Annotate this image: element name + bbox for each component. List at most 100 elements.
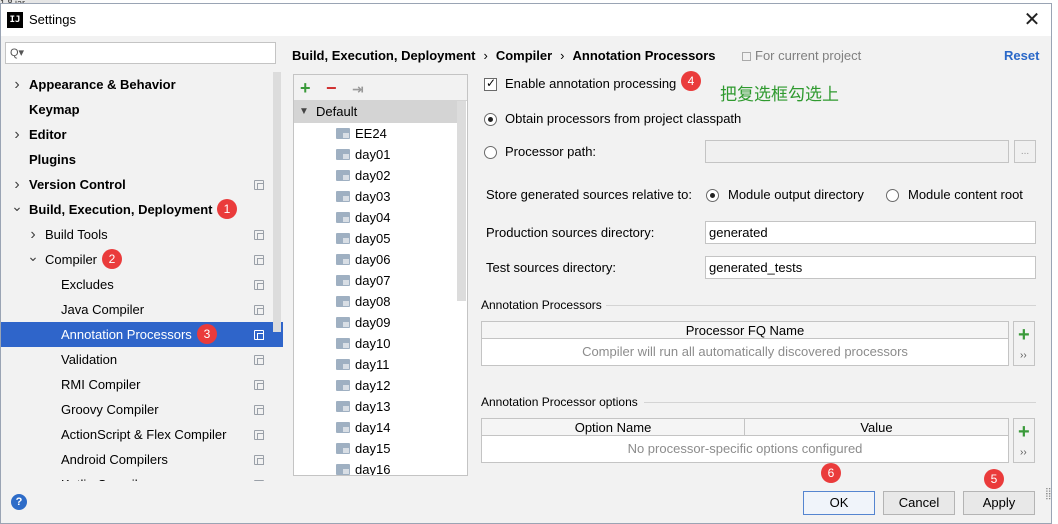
apply-button[interactable]: Apply bbox=[963, 491, 1035, 515]
sidebar-item[interactable]: RMI Compiler bbox=[1, 372, 283, 397]
sidebar-item[interactable]: ActionScript & Flex Compiler bbox=[1, 422, 283, 447]
sidebar-item[interactable]: ⌄ Compiler 2 bbox=[1, 247, 283, 272]
sidebar-item[interactable]: › Build Tools bbox=[1, 222, 283, 247]
sidebar-item-label: Java Compiler bbox=[61, 302, 145, 317]
module-item[interactable]: day10 bbox=[336, 333, 390, 354]
window-title: Settings bbox=[29, 12, 76, 27]
module-item[interactable]: day08 bbox=[336, 291, 390, 312]
module-item[interactable]: day03 bbox=[336, 186, 390, 207]
chevron-right-icon[interactable]: › bbox=[11, 172, 23, 197]
annotation-options-group: Annotation Processor options bbox=[481, 395, 638, 409]
move-to-profile-button[interactable]: ⇥ bbox=[352, 79, 364, 99]
sidebar-item[interactable]: › Appearance & Behavior bbox=[1, 72, 283, 97]
sidebar-item[interactable]: › Version Control bbox=[1, 172, 283, 197]
processor-path-label[interactable]: Processor path: bbox=[505, 144, 596, 159]
help-button[interactable]: ? bbox=[11, 494, 27, 510]
module-item[interactable]: day12 bbox=[336, 375, 390, 396]
sidebar-item[interactable]: Annotation Processors 3 bbox=[1, 322, 283, 347]
option-value-header[interactable]: Value bbox=[745, 419, 1008, 436]
browse-button[interactable]: ... bbox=[1014, 140, 1036, 163]
sidebar-item[interactable]: Excludes bbox=[1, 272, 283, 297]
reset-link[interactable]: Reset bbox=[1004, 48, 1039, 63]
test-sources-input[interactable]: generated_tests bbox=[705, 256, 1036, 279]
options-table[interactable]: Option Name Value No processor-specific … bbox=[481, 418, 1009, 463]
module-output-radio[interactable] bbox=[706, 189, 719, 202]
chevron-down-icon[interactable]: ⌄ bbox=[11, 197, 23, 215]
chevron-right-icon[interactable]: › bbox=[11, 72, 23, 97]
breadcrumb-separator: › bbox=[560, 48, 565, 63]
sidebar-item-label: Version Control bbox=[29, 177, 126, 192]
more-actions-icon[interactable]: ›› bbox=[1020, 447, 1027, 458]
obtain-classpath-radio[interactable] bbox=[484, 113, 497, 126]
module-content-label[interactable]: Module content root bbox=[908, 187, 1023, 202]
profile-default[interactable]: ▼ Default bbox=[294, 101, 459, 123]
sidebar-item-label: Appearance & Behavior bbox=[29, 77, 176, 92]
module-output-label[interactable]: Module output directory bbox=[728, 187, 864, 202]
enable-annotation-label[interactable]: Enable annotation processing bbox=[505, 76, 676, 91]
processor-fq-name-header[interactable]: Processor FQ Name bbox=[482, 322, 1008, 339]
resize-grip-icon[interactable]: ⠿ ⠿ bbox=[1045, 488, 1055, 510]
sidebar-item[interactable]: Groovy Compiler bbox=[1, 397, 283, 422]
sidebar-item-label: Excludes bbox=[61, 277, 114, 292]
sidebar-item-label: Android Compilers bbox=[61, 452, 168, 467]
sidebar-item[interactable]: ⌄ Build, Execution, Deployment 1 bbox=[1, 197, 283, 222]
obtain-classpath-label[interactable]: Obtain processors from project classpath bbox=[505, 111, 741, 126]
close-button[interactable]: ✕ bbox=[1013, 6, 1051, 34]
chevron-right-icon[interactable]: › bbox=[11, 122, 23, 147]
module-item[interactable]: day09 bbox=[336, 312, 390, 333]
module-label: day10 bbox=[355, 336, 391, 351]
add-profile-button[interactable]: + bbox=[300, 78, 311, 98]
sidebar-item[interactable]: Kotlin Compiler bbox=[1, 472, 283, 481]
enable-annotation-checkbox[interactable]: ✓ bbox=[484, 76, 497, 91]
module-item[interactable]: day07 bbox=[336, 270, 390, 291]
add-processor-button[interactable]: + bbox=[1018, 322, 1030, 348]
module-item[interactable]: day14 bbox=[336, 417, 390, 438]
module-label: day12 bbox=[355, 378, 391, 393]
sidebar-item[interactable]: Validation bbox=[1, 347, 283, 372]
module-item[interactable]: day11 bbox=[336, 354, 389, 375]
add-option-button[interactable]: + bbox=[1018, 419, 1030, 445]
project-scope-icon bbox=[254, 405, 264, 415]
module-item[interactable]: day15 bbox=[336, 438, 390, 459]
sidebar-item[interactable]: Java Compiler bbox=[1, 297, 283, 322]
module-folder-icon bbox=[336, 128, 350, 139]
sidebar-item[interactable]: Android Compilers bbox=[1, 447, 283, 472]
chevron-down-icon: ▼ bbox=[299, 106, 309, 117]
sidebar-item-label: ActionScript & Flex Compiler bbox=[61, 427, 227, 442]
processor-path-radio[interactable] bbox=[484, 146, 497, 159]
module-content-radio[interactable] bbox=[886, 189, 899, 202]
module-item[interactable]: EE24 bbox=[336, 123, 387, 144]
sidebar-item[interactable]: › Editor bbox=[1, 122, 283, 147]
module-item[interactable]: day06 bbox=[336, 249, 390, 270]
module-item[interactable]: day04 bbox=[336, 207, 390, 228]
module-item[interactable]: day16 bbox=[336, 459, 390, 475]
sidebar-item-label: Compiler bbox=[45, 252, 98, 267]
sidebar-item[interactable]: Plugins bbox=[1, 147, 283, 172]
option-name-header[interactable]: Option Name bbox=[482, 419, 745, 436]
processors-table[interactable]: Processor FQ Name Compiler will run all … bbox=[481, 321, 1009, 366]
chevron-right-icon[interactable]: › bbox=[27, 222, 39, 247]
more-actions-icon[interactable]: ›› bbox=[1020, 350, 1027, 361]
module-item[interactable]: day13 bbox=[336, 396, 390, 417]
sidebar-item-label: Keymap bbox=[29, 102, 80, 117]
module-label: EE24 bbox=[355, 126, 387, 141]
module-item[interactable]: day01 bbox=[336, 144, 390, 165]
settings-content: Build, Execution, Deployment › Compiler › An… bbox=[284, 36, 1051, 481]
group-divider bbox=[644, 402, 1036, 403]
project-scope-icon bbox=[254, 455, 264, 465]
processor-path-input[interactable] bbox=[705, 140, 1009, 163]
settings-search-input[interactable]: Q▾ bbox=[5, 42, 276, 64]
ok-button[interactable]: OK bbox=[803, 491, 875, 515]
production-sources-input[interactable]: generated bbox=[705, 221, 1036, 244]
sidebar-item-label: Annotation Processors bbox=[61, 327, 192, 342]
sidebar-scrollbar[interactable] bbox=[273, 72, 281, 332]
module-item[interactable]: day02 bbox=[336, 165, 390, 186]
cancel-button[interactable]: Cancel bbox=[883, 491, 955, 515]
module-item[interactable]: day05 bbox=[336, 228, 390, 249]
sidebar-item[interactable]: Keymap bbox=[1, 97, 283, 122]
profile-scrollbar[interactable] bbox=[457, 101, 466, 301]
module-label: day04 bbox=[355, 210, 391, 225]
chevron-down-icon[interactable]: ⌄ bbox=[27, 247, 39, 265]
settings-sidebar: Q▾ › Appearance & Behavior Keymap › Editor Pl… bbox=[1, 36, 283, 481]
remove-profile-button[interactable]: − bbox=[326, 78, 337, 98]
